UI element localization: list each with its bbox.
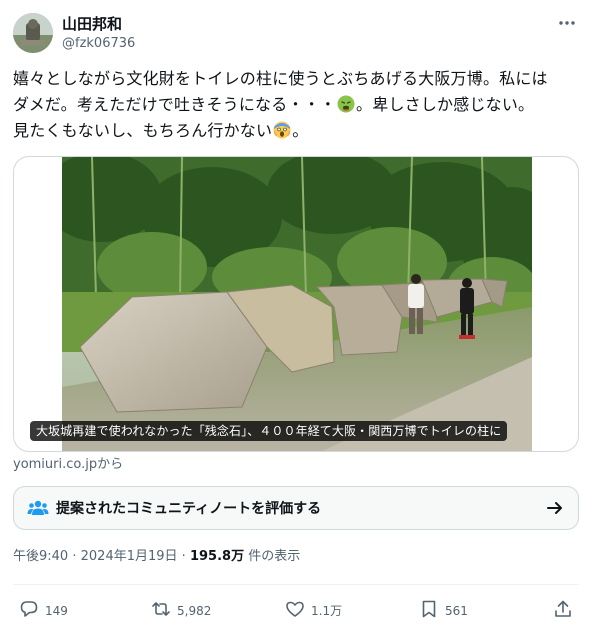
divider (13, 584, 579, 585)
bookmark-count: 561 (445, 604, 468, 618)
user-handle[interactable]: @fzk06736 (62, 35, 135, 53)
repost-count: 5,982 (177, 604, 212, 618)
community-note-label: 提案されたコミュニティノートを評価する (56, 501, 322, 517)
screaming-face-emoji-icon (273, 121, 291, 139)
repost-icon (151, 599, 171, 623)
avatar[interactable] (13, 13, 53, 53)
tweet-date[interactable]: 2024年1月19日 (81, 549, 178, 564)
view-count-suffix: 件の表示 (248, 549, 301, 564)
tweet-meta: 午後9:40 · 2024年1月19日 · 195.8万 件の表示 (13, 548, 300, 566)
tweet-text-line: 見たくもないし、もちろん行かない (13, 121, 273, 140)
community-people-icon (27, 499, 49, 517)
meta-separator: · (72, 549, 77, 564)
like-count: 1.1万 (311, 604, 343, 618)
meta-separator: · (181, 549, 186, 564)
community-note-button[interactable]: 提案されたコミュニティノートを評価する (13, 486, 579, 530)
view-count: 195.8万 (189, 549, 245, 564)
reply-icon (19, 599, 39, 623)
tweet-text: 嬉々としながら文化財をトイレの柱に使うとぶちあげる大阪万博。私には ダメだ。考え… (13, 66, 581, 144)
reply-count: 149 (45, 604, 68, 618)
photo-caption: 大坂城再建で使われなかった「残念石」、４００年経て大阪・関西万博でトイレの柱に (30, 421, 508, 441)
repost-button[interactable]: 5,982 (151, 600, 211, 622)
tweet-time[interactable]: 午後9:40 (13, 549, 68, 564)
tweet-text-line: 。 (292, 121, 309, 140)
bookmark-icon (419, 599, 439, 623)
reply-button[interactable]: 149 (19, 600, 68, 622)
share-icon (553, 599, 573, 623)
display-name[interactable]: 山田邦和 (62, 15, 135, 33)
link-card[interactable]: 大坂城再建で使われなかった「残念石」、４００年経て大阪・関西万博でトイレの柱に (13, 156, 579, 452)
like-button[interactable]: 1.1万 (285, 600, 342, 622)
article-photo[interactable] (62, 157, 532, 451)
link-source[interactable]: yomiuri.co.jpから (13, 457, 123, 473)
action-bar: 149 5,982 1.1万 561 (13, 600, 579, 622)
more-options-icon[interactable] (555, 13, 579, 37)
tweet-text-line: ダメだ。考えただけで吐きそうになる・・・ (13, 95, 337, 114)
share-button[interactable] (553, 600, 573, 622)
heart-icon (285, 599, 305, 623)
bookmark-button[interactable]: 561 (419, 600, 468, 622)
tweet-header: 山田邦和 @fzk06736 (13, 13, 581, 55)
tweet-text-line: 。卑しさしか感じない。 (356, 95, 535, 114)
tweet-text-line: 嬉々としながら文化財をトイレの柱に使うとぶちあげる大阪万博。私には (13, 69, 548, 88)
nauseated-face-emoji-icon (337, 95, 355, 113)
arrow-right-icon (546, 499, 564, 517)
